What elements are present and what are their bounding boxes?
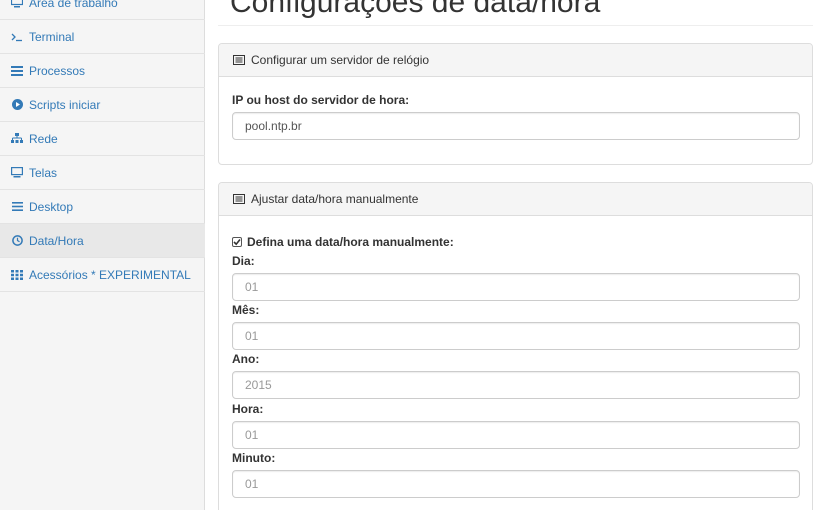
minute-input[interactable] (232, 470, 800, 498)
list-alt-icon (233, 55, 245, 65)
day-input[interactable] (232, 273, 800, 301)
page-title: Configurações de data/hora (230, 0, 601, 19)
bars-icon (11, 201, 23, 213)
sidebar: Área de trabalho Terminal Processos Scri… (0, 0, 205, 510)
sidebar-item-label: Acessórios * EXPERIMENTAL (29, 267, 191, 282)
year-label: Ano: (232, 352, 260, 366)
network-icon (11, 133, 23, 145)
sidebar-item-terminal[interactable]: Terminal (0, 20, 205, 54)
panel-heading: Ajustar data/hora manualmente (219, 183, 812, 216)
manual-datetime-checkbox-label: Defina uma data/hora manualmente: (247, 235, 454, 249)
sidebar-item-label: Scripts iniciar (29, 97, 101, 112)
sidebar-item-telas[interactable]: Telas (0, 156, 205, 190)
sidebar-item-processos[interactable]: Processos (0, 54, 205, 88)
hour-label: Hora: (232, 402, 264, 416)
hour-input[interactable] (232, 421, 800, 449)
ntp-server-panel: Configurar um servidor de relógio IP ou … (218, 43, 813, 165)
ntp-host-label: IP ou host do servidor de hora: (232, 93, 410, 107)
sidebar-item-label: Área de trabalho (29, 0, 118, 10)
sidebar-item-scripts-iniciar[interactable]: Scripts iniciar (0, 88, 205, 122)
sidebar-item-acessorios[interactable]: Acessórios * EXPERIMENTAL (0, 258, 205, 292)
panel-title: Configurar um servidor de relógio (251, 53, 430, 67)
day-label: Dia: (232, 254, 255, 268)
sidebar-item-rede[interactable]: Rede (0, 122, 205, 156)
display-icon (11, 167, 23, 179)
manual-datetime-checkbox-row[interactable]: Defina uma data/hora manualmente: (232, 235, 454, 249)
terminal-icon (11, 31, 23, 43)
ntp-host-input[interactable] (232, 112, 800, 140)
manual-datetime-panel: Ajustar data/hora manualmente Defina uma… (218, 182, 813, 510)
manual-datetime-checkbox[interactable] (232, 237, 242, 247)
sidebar-item-desktop[interactable]: Desktop (0, 190, 205, 224)
sidebar-item-data-hora[interactable]: Data/Hora (0, 224, 205, 258)
play-circle-icon (11, 99, 23, 111)
sidebar-item-label: Desktop (29, 199, 74, 214)
list-alt-icon (233, 194, 245, 204)
sidebar-item-label: Terminal (29, 29, 75, 44)
month-label: Mês: (232, 303, 260, 317)
panel-heading: Configurar um servidor de relógio (219, 44, 812, 77)
clock-icon (11, 235, 23, 247)
minute-label: Minuto: (232, 451, 276, 465)
month-input[interactable] (232, 322, 800, 350)
panel-title: Ajustar data/hora manualmente (251, 192, 419, 206)
sidebar-item-label: Data/Hora (29, 233, 84, 248)
year-input[interactable] (232, 371, 800, 399)
grid-icon (11, 269, 23, 281)
sidebar-item-label: Telas (29, 165, 58, 180)
sidebar-item-label: Rede (29, 131, 58, 146)
list-icon (11, 65, 23, 77)
sidebar-item-label: Processos (29, 63, 86, 78)
monitor-icon (11, 0, 23, 9)
sidebar-item-area-de-trabalho[interactable]: Área de trabalho (0, 0, 205, 20)
title-divider (218, 25, 813, 26)
